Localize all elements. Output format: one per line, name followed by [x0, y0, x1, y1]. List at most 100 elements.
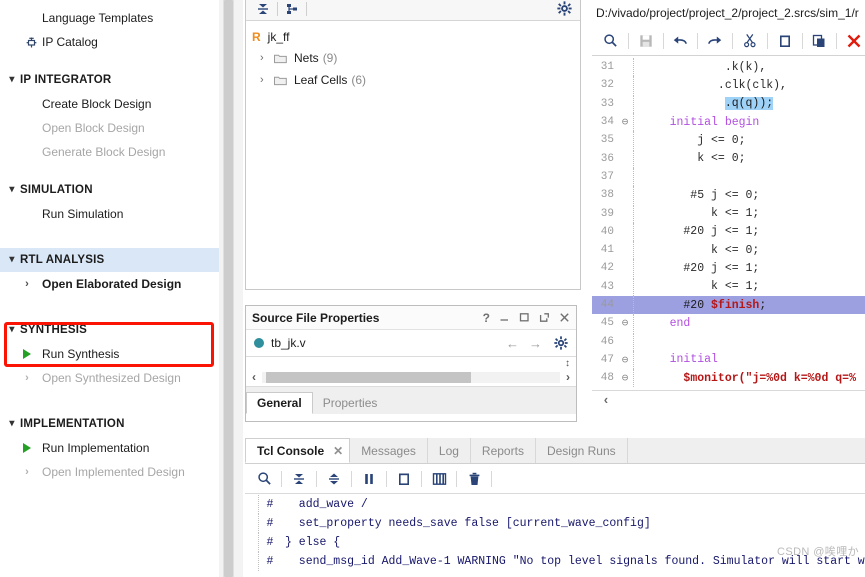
sidebar-item-label: Run Implementation: [42, 441, 150, 455]
code-line-text: initial: [669, 353, 718, 367]
minimize-button[interactable]: [499, 312, 510, 323]
scrollbar-track[interactable]: [262, 371, 560, 383]
close-icon[interactable]: ✕: [333, 444, 343, 458]
sidebar-item-open-block-design[interactable]: Open Block Design: [0, 116, 219, 140]
sidebar-item-ip-catalog[interactable]: IP Catalog: [0, 30, 219, 54]
code-line[interactable]: 47 ⊖ initial: [592, 350, 865, 369]
tab-properties[interactable]: Properties: [313, 392, 388, 414]
save-icon[interactable]: [635, 30, 657, 52]
trash-icon[interactable]: [463, 468, 485, 490]
chevron-down-icon: ▾: [9, 324, 15, 335]
code-line[interactable]: 35 j <= 0;: [592, 131, 865, 150]
copy-icon[interactable]: [774, 30, 796, 52]
sidebar-item-language-templates[interactable]: Language Templates: [0, 6, 219, 30]
nav-forward-icon[interactable]: →: [529, 336, 542, 351]
tab-general[interactable]: General: [246, 392, 313, 414]
sidebar-item-create-block-design[interactable]: Create Block Design: [0, 92, 219, 116]
sidebar-item-open-elaborated-design[interactable]: › Open Elaborated Design: [0, 272, 219, 296]
chevron-right-icon[interactable]: ›: [260, 74, 274, 86]
code-line[interactable]: 31 .k(k),: [592, 58, 865, 77]
chevron-down-icon: ▾: [9, 184, 15, 195]
copy-icon[interactable]: [393, 468, 415, 490]
tree-root-item[interactable]: R jk_ff: [246, 27, 580, 47]
code-line[interactable]: 36 k <= 0;: [592, 149, 865, 168]
undo-icon[interactable]: [670, 30, 692, 52]
tcl-console-output[interactable]: # add_wave / # set_property needs_save fa…: [245, 495, 865, 577]
code-line[interactable]: 42 #20 j <= 1;: [592, 259, 865, 278]
code-line[interactable]: 43 k <= 1;: [592, 277, 865, 296]
console-gutter: [245, 552, 259, 571]
search-icon[interactable]: [600, 30, 622, 52]
paste-icon[interactable]: [809, 30, 831, 52]
code-line-text: $monitor("j=%0d k=%0d q=%: [683, 371, 856, 385]
tab-messages[interactable]: Messages: [350, 438, 428, 463]
horizontal-scrollbar[interactable]: ‹ ›: [246, 370, 576, 384]
sidebar-scrollbar-thumb[interactable]: [224, 0, 233, 577]
fold-marker-icon[interactable]: ⊖: [618, 316, 632, 330]
cut-icon[interactable]: [739, 30, 761, 52]
code-line[interactable]: 41 k <= 0;: [592, 241, 865, 260]
pause-icon[interactable]: [358, 468, 380, 490]
settings-gear-icon[interactable]: [554, 336, 568, 350]
line-number: 33: [600, 97, 614, 110]
tree-item-nets[interactable]: › Nets (9): [246, 47, 580, 69]
settings-gear-icon[interactable]: [557, 1, 572, 16]
fold-marker-icon[interactable]: ⊖: [618, 371, 632, 385]
collapse-all-icon[interactable]: [252, 0, 274, 19]
collapse-icon[interactable]: [288, 468, 310, 490]
close-icon[interactable]: [559, 312, 570, 323]
code-line[interactable]: 40 #20 j <= 1;: [592, 222, 865, 241]
sidebar-section-ip-integrator[interactable]: ▾ IP INTEGRATOR: [0, 68, 219, 92]
sidebar-item-open-synthesized-design[interactable]: › Open Synthesized Design: [0, 366, 219, 390]
scroll-left-icon[interactable]: ‹: [592, 393, 612, 408]
sidebar-item-label: IP Catalog: [42, 35, 98, 49]
scroll-right-icon[interactable]: ›: [560, 370, 576, 384]
sidebar-item-run-simulation[interactable]: Run Simulation: [0, 202, 219, 226]
expand-icon[interactable]: [323, 468, 345, 490]
code-horizontal-scrollbar[interactable]: ‹: [592, 390, 865, 410]
tab-design-runs[interactable]: Design Runs: [536, 438, 628, 463]
sidebar-section-rtl-analysis[interactable]: ▾ RTL ANALYSIS: [0, 248, 219, 272]
sidebar-section-implementation[interactable]: ▾ IMPLEMENTATION: [0, 412, 219, 436]
search-icon[interactable]: [253, 468, 275, 490]
scrollbar-thumb[interactable]: [266, 371, 471, 383]
code-line[interactable]: 38 #5 j <= 0;: [592, 186, 865, 205]
code-line[interactable]: 48 ⊖ $monitor("j=%0d k=%0d q=%: [592, 369, 865, 388]
code-line[interactable]: 44 #20 $finish;: [592, 295, 865, 315]
scroll-left-icon[interactable]: ‹: [246, 370, 262, 384]
fold-marker-icon[interactable]: ⊖: [618, 115, 632, 129]
nav-back-icon[interactable]: ←: [506, 336, 519, 351]
sidebar-item-generate-block-design[interactable]: Generate Block Design: [0, 140, 219, 164]
tab-tcl-console[interactable]: Tcl Console ✕: [245, 438, 351, 463]
sidebar-item-open-implemented-design[interactable]: › Open Implemented Design: [0, 460, 219, 484]
tree-item-leaf-cells[interactable]: › Leaf Cells (6): [246, 69, 580, 91]
code-text-area[interactable]: 31 .k(k), 32 .clk(clk), 33 .q(q)); 34 ⊖ init…: [592, 58, 865, 410]
wrap-icon[interactable]: [428, 468, 450, 490]
code-line[interactable]: 34 ⊖ initial begin: [592, 113, 865, 132]
tab-reports[interactable]: Reports: [471, 438, 536, 463]
code-line[interactable]: 37: [592, 167, 865, 186]
line-number: 41: [600, 244, 614, 257]
code-line[interactable]: 32 .clk(clk),: [592, 76, 865, 95]
chevron-right-icon: ›: [25, 466, 29, 478]
tcl-console-toolbar: [245, 464, 865, 494]
tab-log[interactable]: Log: [428, 438, 471, 463]
fold-marker-icon[interactable]: ⊖: [618, 353, 632, 367]
code-line[interactable]: 39 k <= 1;: [592, 204, 865, 223]
sidebar-section-simulation[interactable]: ▾ SIMULATION: [0, 178, 219, 202]
code-line[interactable]: 46: [592, 332, 865, 351]
code-line[interactable]: 33 .q(q));: [592, 94, 865, 113]
close-x-icon[interactable]: [843, 30, 865, 52]
maximize-button[interactable]: [519, 312, 530, 323]
tab-label: Messages: [361, 443, 416, 458]
sidebar-item-run-implementation[interactable]: Run Implementation: [0, 436, 219, 460]
redo-icon[interactable]: [704, 30, 726, 52]
help-button[interactable]: ?: [483, 311, 490, 325]
sidebar-scrollbar-track[interactable]: [223, 0, 234, 577]
sidebar-item-run-synthesis[interactable]: Run Synthesis: [0, 342, 219, 366]
code-line[interactable]: 45 ⊖ end: [592, 314, 865, 333]
float-button[interactable]: [539, 312, 550, 323]
chevron-right-icon[interactable]: ›: [260, 52, 274, 64]
expand-tree-icon[interactable]: [281, 0, 303, 19]
sidebar-section-synthesis[interactable]: ▾ SYNTHESIS: [0, 318, 219, 342]
